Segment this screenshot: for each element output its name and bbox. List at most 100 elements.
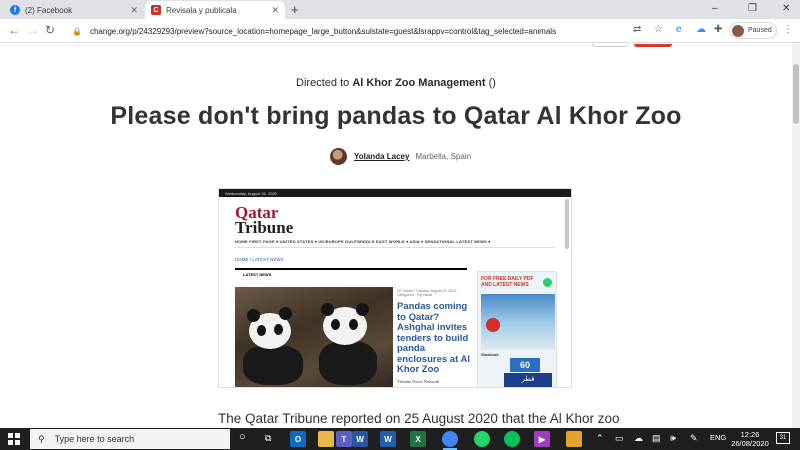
browser-toolbar: ← → ↻ 🔒 change.org/p/24329293/preview?so… — [0, 19, 800, 43]
clock-time: 12:26 — [740, 430, 760, 439]
language-indicator[interactable]: ENG — [710, 433, 726, 442]
maximize-button[interactable]: ❐ — [748, 3, 757, 14]
page-title: Please don't bring pandas to Qatar Al Kh… — [110, 102, 682, 130]
tray-chevron-icon[interactable]: ⌃ — [596, 433, 604, 444]
ad-badge — [486, 318, 500, 332]
header-button-red[interactable] — [634, 44, 672, 47]
panda-body — [319, 341, 377, 385]
article-meta: QT Online / Tuesday, August 25, 2020 / C… — [397, 289, 458, 297]
menu-kebab-icon[interactable]: ⋮ — [783, 24, 793, 35]
tab-facebook[interactable]: f (2) Facebook ✕ — [4, 1, 144, 19]
ad-arabic: قطر — [504, 373, 552, 387]
author-location: Marbella, Spain — [415, 152, 472, 161]
task-view-icon[interactable]: ⧉ — [265, 433, 271, 444]
panda-eye — [257, 325, 266, 336]
taskbar: ⚲ Type here to search ○ ⧉ O T W W X ▶ ⌃ … — [0, 428, 800, 450]
recipient-name[interactable]: Al Khor Zoo Management — [352, 77, 485, 89]
close-window-button[interactable]: ✕ — [782, 3, 790, 14]
volume-icon[interactable]: 🕪 — [670, 433, 676, 444]
close-tab-icon[interactable]: ✕ — [130, 5, 138, 16]
whatsapp-taskbar-icon[interactable] — [474, 431, 490, 447]
tab-revisala[interactable]: C Revisala y publicala ✕ — [145, 1, 285, 19]
recipient-count: () — [488, 77, 496, 89]
extensions-puzzle-icon[interactable]: ✚ — [714, 24, 722, 35]
page-scrollbar[interactable] — [792, 44, 800, 428]
newspaper-topbar: Wednesday, August 26, 2020 — [219, 189, 571, 197]
author-name[interactable]: Yolanda Lacey — [354, 152, 409, 161]
url-text: change.org/p/24329293/preview?source_loc… — [89, 26, 557, 36]
reload-icon[interactable]: ↻ — [45, 23, 55, 37]
forward-icon[interactable]: → — [27, 23, 39, 37]
network-icon[interactable]: ▤ — [652, 433, 661, 444]
pen-icon[interactable]: ✎ — [690, 433, 698, 444]
newspaper-breadcrumb: HOME / LATEST NEWS — [235, 257, 284, 262]
panda-ear — [321, 303, 334, 316]
word-icon-2[interactable]: W — [380, 431, 396, 447]
logo-line-2: Tribune — [235, 218, 294, 237]
back-icon[interactable]: ← — [8, 23, 20, 37]
tab-strip: f (2) Facebook ✕ C Revisala y publicala … — [0, 0, 800, 19]
newspaper-date: Wednesday, August 26, 2020 — [225, 191, 277, 196]
petition-recipient: Directed to Al Khor Zoo Management () — [0, 77, 792, 89]
app-icon-gold[interactable] — [566, 431, 582, 447]
chrome-icon[interactable] — [442, 431, 458, 450]
address-bar[interactable]: 🔒 change.org/p/24329293/preview?source_l… — [62, 22, 622, 40]
screen: f (2) Facebook ✕ C Revisala y publicala … — [0, 0, 800, 450]
panda-ear — [247, 309, 260, 322]
wechat-icon[interactable] — [504, 431, 520, 447]
web-page: Directed to Al Khor Zoo Management () Pl… — [0, 44, 792, 428]
close-tab-icon[interactable]: ✕ — [271, 5, 279, 16]
newspaper-logo: Qatar Tribune — [235, 204, 294, 237]
windows-start-icon[interactable] — [8, 433, 20, 445]
panda-photo — [235, 287, 393, 387]
newspaper-menu: HOME FIRST PAGE ▾ UNITED STATES ▾ UK/EUR… — [235, 239, 491, 244]
panda-ear — [279, 307, 292, 320]
search-placeholder: Type here to search — [54, 434, 135, 444]
app-icon-purple[interactable]: ▶ — [534, 431, 550, 447]
panda-body — [243, 345, 303, 385]
newspaper-ad: FOR FREE DAILY PDF AND LATEST NEWS Storb… — [477, 271, 557, 387]
author-avatar — [330, 148, 347, 165]
taskbar-search[interactable]: ⚲ Type here to search — [30, 429, 230, 449]
excel-icon[interactable]: X — [410, 431, 426, 447]
file-explorer-icon[interactable] — [318, 431, 334, 447]
ad-heading: FOR FREE DAILY PDF AND LATEST NEWS — [481, 276, 534, 288]
change-org-icon: C — [151, 5, 161, 15]
search-icon: ⚲ — [38, 433, 45, 444]
divider — [235, 247, 555, 248]
notification-center-icon[interactable]: 31 — [776, 432, 790, 444]
cloud-extension-icon[interactable]: ☁ — [696, 24, 706, 35]
bookmark-star-icon[interactable]: ☆ — [654, 24, 663, 35]
petition-author: Yolanda Lacey Marbella, Spain — [330, 148, 471, 165]
panda-eye — [331, 319, 340, 330]
minimize-button[interactable]: – — [712, 3, 718, 14]
profile-status: Paused — [748, 27, 772, 34]
tab-label: (2) Facebook — [25, 5, 73, 15]
lock-icon: 🔒 — [72, 26, 82, 36]
translate-icon[interactable]: ⇄ — [633, 24, 641, 35]
cortana-icon[interactable]: ○ — [239, 431, 246, 443]
scrollbar-thumb[interactable] — [793, 64, 799, 124]
teams-icon[interactable]: T — [336, 431, 352, 447]
outlook-icon[interactable]: O — [290, 431, 306, 447]
panda-ear — [356, 303, 369, 316]
taskbar-clock[interactable]: 12:26 26/08/2020 — [728, 430, 772, 448]
panda-eye — [274, 324, 283, 335]
article-byline: Tribune News Network — [397, 379, 440, 384]
avatar — [732, 24, 744, 37]
header-button-outline[interactable] — [592, 44, 628, 47]
battery-icon: ▭ — [615, 433, 624, 443]
facebook-icon: f — [10, 5, 20, 15]
ad-number: 60 — [510, 358, 540, 372]
new-tab-button[interactable]: + — [291, 2, 299, 17]
petition-image: Wednesday, August 26, 2020 Qatar Tribune… — [218, 188, 572, 388]
notification-count: 31 — [779, 435, 787, 441]
petition-paragraph: The Qatar Tribune reported on 25 August … — [218, 411, 620, 426]
panda-eye — [349, 319, 358, 330]
word-icon[interactable]: W — [352, 431, 368, 447]
profile-button[interactable]: Paused — [729, 22, 777, 39]
edge-extension-icon[interactable]: e — [676, 24, 682, 35]
tab-label: Revisala y publicala — [166, 5, 237, 15]
image-scrollbar — [565, 199, 569, 249]
cloud-icon[interactable]: ☁ — [634, 433, 643, 444]
